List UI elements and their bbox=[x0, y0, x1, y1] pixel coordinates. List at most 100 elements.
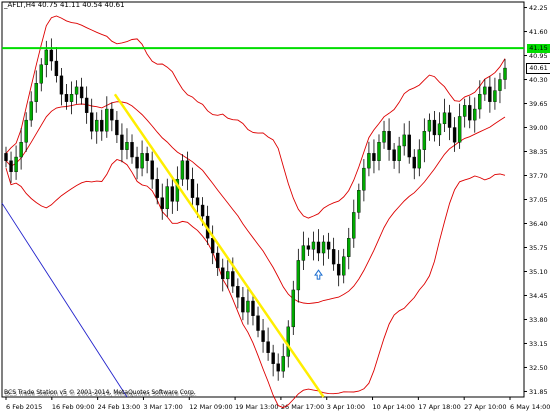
x-tick-label: 26 Mar 17:00 bbox=[281, 403, 324, 411]
candle-body bbox=[54, 60, 59, 77]
candle-body bbox=[89, 112, 94, 132]
candle-body bbox=[256, 315, 260, 331]
candle-body bbox=[64, 94, 69, 102]
candle-body bbox=[326, 241, 331, 250]
candle-body bbox=[120, 134, 124, 150]
candle-body bbox=[382, 131, 386, 143]
candle-body bbox=[24, 119, 28, 143]
candle-body bbox=[100, 119, 104, 132]
candle-body bbox=[427, 119, 432, 132]
candle-body bbox=[236, 286, 240, 298]
candle-body bbox=[437, 123, 442, 136]
candle-body bbox=[210, 238, 215, 254]
candle-body bbox=[432, 119, 437, 136]
candle-body bbox=[402, 134, 406, 147]
candle-body bbox=[397, 145, 401, 161]
candle-body bbox=[306, 245, 311, 250]
y-tick-label: 35.75 bbox=[529, 244, 548, 252]
y-tick-label: 42.25 bbox=[529, 4, 548, 12]
candle-body bbox=[251, 300, 255, 316]
x-tick-label: 19 Mar 13:00 bbox=[235, 403, 278, 411]
candle-body bbox=[115, 119, 119, 136]
candle-body bbox=[296, 260, 301, 291]
y-tick-label: 39.65 bbox=[529, 100, 548, 108]
candle-body bbox=[462, 105, 467, 117]
candle-body bbox=[19, 142, 23, 158]
candle-body bbox=[59, 75, 64, 95]
candle-body bbox=[473, 108, 477, 121]
candle-body bbox=[452, 127, 457, 143]
candle-body bbox=[4, 153, 8, 161]
y-tick-label: 41.60 bbox=[529, 28, 548, 36]
candle-body bbox=[286, 326, 290, 357]
candle-body bbox=[84, 97, 89, 113]
candle-body bbox=[44, 49, 49, 65]
y-tick-label: 40.95 bbox=[529, 52, 548, 60]
candle-body bbox=[241, 297, 245, 313]
candle-body bbox=[321, 241, 326, 254]
x-tick-label: 3 Mar 17:00 bbox=[143, 403, 182, 411]
candle-body bbox=[493, 90, 497, 102]
x-tick-label: 3 Apr 10:00 bbox=[327, 403, 365, 411]
candle-body bbox=[145, 153, 149, 161]
candle-body bbox=[301, 245, 306, 261]
x-tick-label: 16 Feb 09:00 bbox=[52, 403, 95, 411]
candle-body bbox=[74, 86, 79, 95]
candle-body bbox=[29, 101, 33, 121]
y-tick-label: 40.30 bbox=[529, 76, 548, 84]
candle-body bbox=[165, 186, 169, 209]
candle-body bbox=[291, 289, 296, 328]
y-tick-label: 34.45 bbox=[529, 292, 548, 300]
candle-body bbox=[9, 160, 13, 173]
candle-body bbox=[457, 116, 462, 143]
candle-body bbox=[488, 86, 492, 102]
y-tick-label: 31.85 bbox=[529, 388, 548, 396]
y-tick-label: 32.50 bbox=[529, 364, 548, 372]
candle-body bbox=[412, 156, 416, 169]
candle-body bbox=[503, 67, 507, 80]
candle-body bbox=[311, 241, 316, 250]
y-tick-label: 33.80 bbox=[529, 316, 548, 324]
price-chart[interactable]: 42.25 41.60 40.95 40.30 39.65 39.00 38.35 37.70… bbox=[0, 0, 550, 413]
candle-body bbox=[246, 300, 250, 313]
symbol-title: _AFLT,H4 40.75 41.11 40.54 40.61 bbox=[4, 1, 125, 9]
x-tick-label: 27 Apr 10:00 bbox=[464, 403, 506, 411]
x-tick-label: 10 Apr 14:00 bbox=[373, 403, 415, 411]
candle-body bbox=[195, 197, 200, 206]
x-tick-label: 6 Feb 2015 bbox=[6, 403, 42, 411]
candle-body bbox=[69, 94, 74, 102]
candle-body bbox=[417, 149, 422, 169]
candle-body bbox=[140, 153, 144, 169]
x-tick-label: 17 Apr 18:00 bbox=[418, 403, 460, 411]
horizontal-line-price-tag: 41.15 bbox=[527, 43, 550, 53]
candle-body bbox=[190, 178, 195, 198]
candle-body bbox=[336, 263, 341, 276]
candle-body bbox=[498, 79, 502, 91]
candle-body bbox=[367, 153, 371, 169]
candle-body bbox=[442, 112, 447, 125]
candle-body bbox=[200, 204, 205, 217]
y-tick-label: 36.40 bbox=[529, 220, 548, 228]
candle-body bbox=[271, 352, 275, 364]
y-tick-label: 33.15 bbox=[529, 340, 548, 348]
ohlc-values: 40.75 41.11 40.54 40.61 bbox=[37, 1, 125, 9]
candle-body bbox=[155, 178, 159, 198]
candle-body bbox=[150, 160, 154, 180]
candle-body bbox=[226, 271, 230, 280]
candle-body bbox=[34, 83, 38, 102]
candle-body bbox=[170, 186, 175, 202]
y-tick-label: 37.70 bbox=[529, 172, 548, 180]
candle-body bbox=[180, 160, 185, 180]
candle-body bbox=[407, 134, 411, 158]
candle-body bbox=[221, 267, 225, 280]
candle-body bbox=[14, 156, 18, 173]
candle-body bbox=[392, 149, 396, 161]
candle-body bbox=[231, 271, 235, 287]
candle-body bbox=[422, 131, 427, 150]
x-tick-label: 24 Feb 13:00 bbox=[98, 403, 141, 411]
chart-window[interactable]: 42.25 41.60 40.95 40.30 39.65 39.00 38.35 37.70… bbox=[0, 0, 550, 413]
candle-body bbox=[468, 105, 472, 121]
candle-body bbox=[79, 86, 84, 99]
candle-body bbox=[125, 142, 129, 150]
y-tick-label: 35.10 bbox=[529, 268, 548, 276]
